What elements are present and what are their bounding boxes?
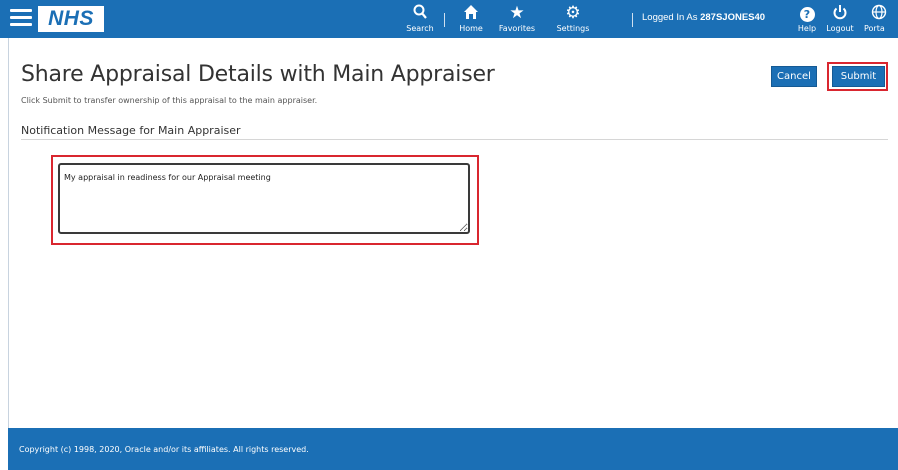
search-label: Search: [406, 24, 434, 33]
page-title: Share Appraisal Details with Main Apprai…: [21, 62, 495, 87]
home-button[interactable]: Home: [448, 4, 494, 36]
notification-message-label: Notification Message for Main Appraiser: [21, 124, 241, 137]
favorites-button[interactable]: ★ Favorites: [494, 4, 540, 36]
portal-label: Porta: [864, 24, 885, 33]
gear-icon: ⚙: [565, 3, 581, 23]
nav-separator: [632, 13, 633, 27]
logout-label: Logout: [826, 24, 854, 33]
section-divider: [21, 139, 888, 140]
global-header: NHS Search Home ★ Favorites ⚙ Settings L…: [0, 0, 898, 38]
search-icon: [397, 4, 443, 22]
home-icon: [448, 4, 494, 22]
logged-in-prefix: Logged In As: [642, 12, 698, 23]
submit-highlight-box: [827, 62, 888, 91]
settings-button[interactable]: ⚙ Settings: [550, 4, 596, 36]
nav-separator: [444, 13, 445, 27]
copyright-text: Copyright (c) 1998, 2020, Oracle and/or …: [19, 445, 309, 454]
power-icon: [817, 4, 863, 22]
home-label: Home: [459, 24, 483, 33]
settings-label: Settings: [556, 24, 590, 33]
page-instructions: Click Submit to transfer ownership of th…: [21, 96, 318, 105]
logo-text: NHS: [48, 7, 94, 30]
notification-message-field[interactable]: My appraisal in readiness for our Apprai…: [58, 163, 470, 234]
logout-button[interactable]: Logout: [817, 4, 863, 36]
star-icon: ★: [509, 3, 525, 23]
menu-icon[interactable]: [10, 9, 32, 29]
cancel-button[interactable]: Cancel: [771, 66, 817, 87]
favorites-label: Favorites: [498, 24, 536, 33]
logged-in-user: 287SJONES40: [700, 12, 766, 23]
portal-button[interactable]: Porta: [860, 4, 898, 36]
globe-icon: [860, 4, 898, 22]
search-button[interactable]: Search: [397, 4, 443, 36]
nhs-logo[interactable]: NHS: [38, 6, 104, 32]
logged-in-status: Logged In As 287SJONES40: [642, 12, 765, 23]
footer: Copyright (c) 1998, 2020, Oracle and/or …: [8, 428, 898, 470]
